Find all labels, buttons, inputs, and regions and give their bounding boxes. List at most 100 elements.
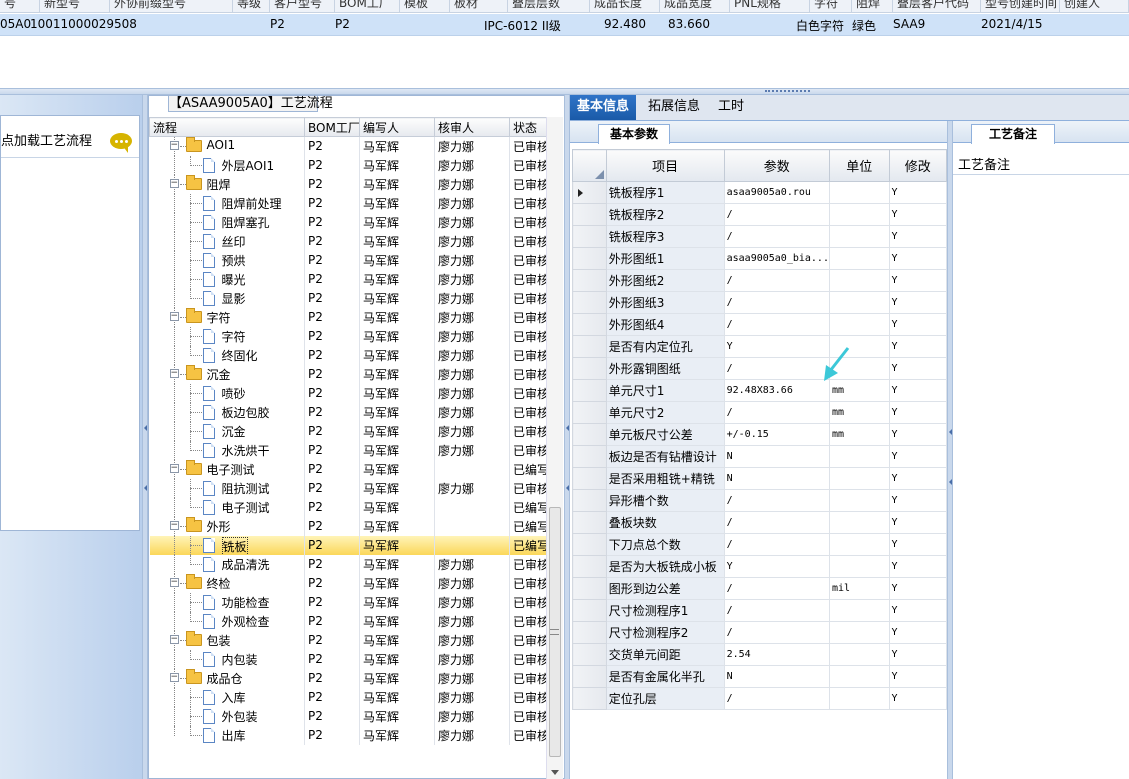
tree-node-label[interactable]: 电子测试 — [207, 461, 255, 478]
param-unit-cell[interactable] — [828, 511, 890, 534]
param-value-cell[interactable]: / — [723, 225, 830, 248]
collapse-left-icon[interactable] — [144, 425, 147, 431]
tree-row[interactable]: 显影 P2 马军辉 廖力娜 已审核 — [149, 288, 546, 308]
param-unit-cell[interactable] — [828, 555, 890, 578]
params-row[interactable]: 尺寸检测程序1/ Y — [572, 599, 947, 622]
tab-basic-params[interactable]: 基本参数 — [598, 124, 670, 144]
top-header-cell[interactable]: 成品长度 — [590, 0, 660, 12]
param-unit-cell[interactable] — [828, 203, 890, 226]
row-header[interactable] — [572, 379, 607, 402]
params-row[interactable]: 板边是否有钻槽设计 N Y — [572, 445, 947, 468]
param-value-cell[interactable]: asaa9005a0.rou — [723, 181, 830, 204]
top-grid-selected-row[interactable]: 05A0 10011000029508 P2 P2 IPC-6012 II级 9… — [0, 14, 1129, 36]
params-row[interactable]: 异形槽个数 / Y — [572, 489, 947, 512]
param-unit-cell[interactable] — [828, 313, 890, 336]
param-unit-cell[interactable] — [828, 247, 890, 270]
collapse-node-icon[interactable]: − — [169, 141, 179, 150]
param-mod-cell[interactable]: Y — [888, 599, 947, 622]
param-value-cell[interactable]: / — [723, 357, 830, 380]
param-mod-cell[interactable]: Y — [888, 533, 947, 556]
tree-row[interactable]: 功能检查 P2 马军辉 廖力娜 已审核 — [149, 592, 546, 612]
collapse-node-icon[interactable]: − — [169, 520, 179, 530]
param-value-cell[interactable]: Y — [723, 555, 830, 578]
top-header-cell[interactable]: PNL规格 — [730, 0, 810, 12]
tree-row[interactable]: 喷砂 P2 马军辉 廖力娜 已审核 — [149, 383, 546, 403]
tree-column-header[interactable]: 核审人 — [434, 117, 510, 137]
tree-node-label[interactable]: 功能检查 — [222, 594, 270, 611]
param-value-cell[interactable]: N — [723, 665, 830, 688]
tree-row[interactable]: 阻焊前处理 P2 马军辉 廖力娜 已审核 — [149, 193, 546, 213]
tree-node-label[interactable]: 外形 — [207, 518, 231, 535]
param-value-cell[interactable]: / — [723, 621, 830, 644]
collapse-left-icon-2[interactable] — [144, 485, 147, 491]
param-value-cell[interactable]: Y — [723, 335, 830, 358]
param-mod-cell[interactable]: Y — [888, 379, 947, 402]
params-row[interactable]: 是否有金属化半孔 N Y — [572, 665, 947, 688]
horizontal-splitter[interactable] — [0, 88, 1129, 95]
top-header-cell[interactable]: 板材 — [450, 0, 508, 12]
params-row[interactable]: 尺寸检测程序2/ Y — [572, 621, 947, 644]
row-header[interactable] — [572, 489, 607, 512]
param-mod-cell[interactable]: Y — [888, 357, 947, 380]
tree-node-label[interactable]: 喷砂 — [222, 385, 246, 402]
tree-node-label[interactable]: 包装 — [207, 632, 231, 649]
collapse-mid-icon-2[interactable] — [566, 485, 569, 491]
top-header-cell[interactable]: 新型号 — [40, 0, 110, 12]
param-mod-cell[interactable]: Y — [888, 423, 947, 446]
param-unit-cell[interactable] — [828, 665, 890, 688]
tree-node-label[interactable]: 阻抗测试 — [222, 480, 270, 497]
tree-row[interactable]: − 电子测试 P2 马军辉 已编写 — [149, 459, 546, 479]
param-unit-cell[interactable] — [828, 599, 890, 622]
top-header-cell[interactable]: 叠层客户代码 — [893, 0, 981, 12]
param-mod-cell[interactable]: Y — [888, 467, 947, 490]
tree-node-label[interactable]: 沉金 — [207, 366, 231, 383]
tree-row[interactable]: 内包装 P2 马军辉 廖力娜 已审核 — [149, 649, 546, 669]
params-row[interactable]: 叠板块数 / Y — [572, 511, 947, 534]
top-header-cell[interactable]: 成品宽度 — [660, 0, 730, 12]
collapse-node-icon[interactable]: − — [169, 368, 179, 378]
top-header-cell[interactable]: 客户型号 — [270, 0, 335, 12]
param-value-cell[interactable]: 92.48X83.66 — [723, 379, 830, 402]
row-header[interactable] — [572, 577, 607, 600]
param-unit-cell[interactable] — [828, 687, 890, 710]
tree-node-label[interactable]: 成品清洗 — [222, 556, 270, 573]
row-header[interactable] — [572, 313, 607, 336]
tree-scrollbar[interactable] — [546, 117, 563, 779]
row-header[interactable] — [572, 357, 607, 380]
params-row[interactable]: 外形图纸4/ Y — [572, 313, 947, 336]
collapse-node-icon[interactable]: − — [169, 463, 179, 473]
param-value-cell[interactable]: / — [723, 577, 830, 600]
tree-node-label[interactable]: 曝光 — [222, 271, 246, 288]
tree-column-header[interactable]: 状态 — [509, 117, 546, 137]
params-row[interactable]: 单元尺寸1 92.48X83.66 mm Y — [572, 379, 947, 402]
params-row[interactable]: 铣板程序3/ Y — [572, 225, 947, 248]
tree-row[interactable]: − 沉金 P2 马军辉 廖力娜 已审核 — [149, 364, 546, 384]
param-mod-cell[interactable]: Y — [888, 269, 947, 292]
top-header-cell[interactable]: BOM工厂 — [335, 0, 400, 12]
param-unit-cell[interactable]: mm — [828, 423, 890, 446]
tree-node-label[interactable]: 字符 — [222, 328, 246, 345]
collapse-node-icon[interactable]: − — [169, 672, 179, 682]
params-row[interactable]: 单元板尺寸公差 +/-0.15 mm Y — [572, 423, 947, 446]
tree-row[interactable]: − 字符 P2 马军辉 廖力娜 已审核 — [149, 307, 546, 327]
param-value-cell[interactable]: / — [723, 533, 830, 556]
process-notes-pane[interactable] — [953, 121, 1129, 779]
param-mod-cell[interactable]: Y — [888, 247, 947, 270]
tree-node-label[interactable]: 终检 — [207, 575, 231, 592]
param-mod-cell[interactable]: Y — [888, 489, 947, 512]
param-mod-cell[interactable]: Y — [888, 445, 947, 468]
tree-node-label[interactable]: 外层AOI1 — [222, 157, 275, 174]
row-header[interactable] — [572, 555, 607, 578]
tree-row[interactable]: − 终检 P2 马军辉 廖力娜 已审核 — [149, 573, 546, 593]
params-row[interactable]: 下刀点总个数 / Y — [572, 533, 947, 556]
tree-node-label[interactable]: 铣板 — [221, 536, 248, 555]
tab-basic-info[interactable]: 基本信息 — [570, 95, 637, 120]
param-unit-cell[interactable] — [828, 225, 890, 248]
row-header[interactable] — [572, 687, 607, 710]
tree-node-label[interactable]: 阻焊 — [207, 176, 231, 193]
param-value-cell[interactable]: asaa9005a0_bia... — [723, 247, 830, 270]
tree-node-label[interactable]: 板边包胶 — [222, 404, 270, 421]
params-row[interactable]: 图形到边公差 / mil Y — [572, 577, 947, 600]
param-mod-cell[interactable]: Y — [888, 687, 947, 710]
tree-node-label[interactable]: 内包装 — [222, 651, 258, 668]
